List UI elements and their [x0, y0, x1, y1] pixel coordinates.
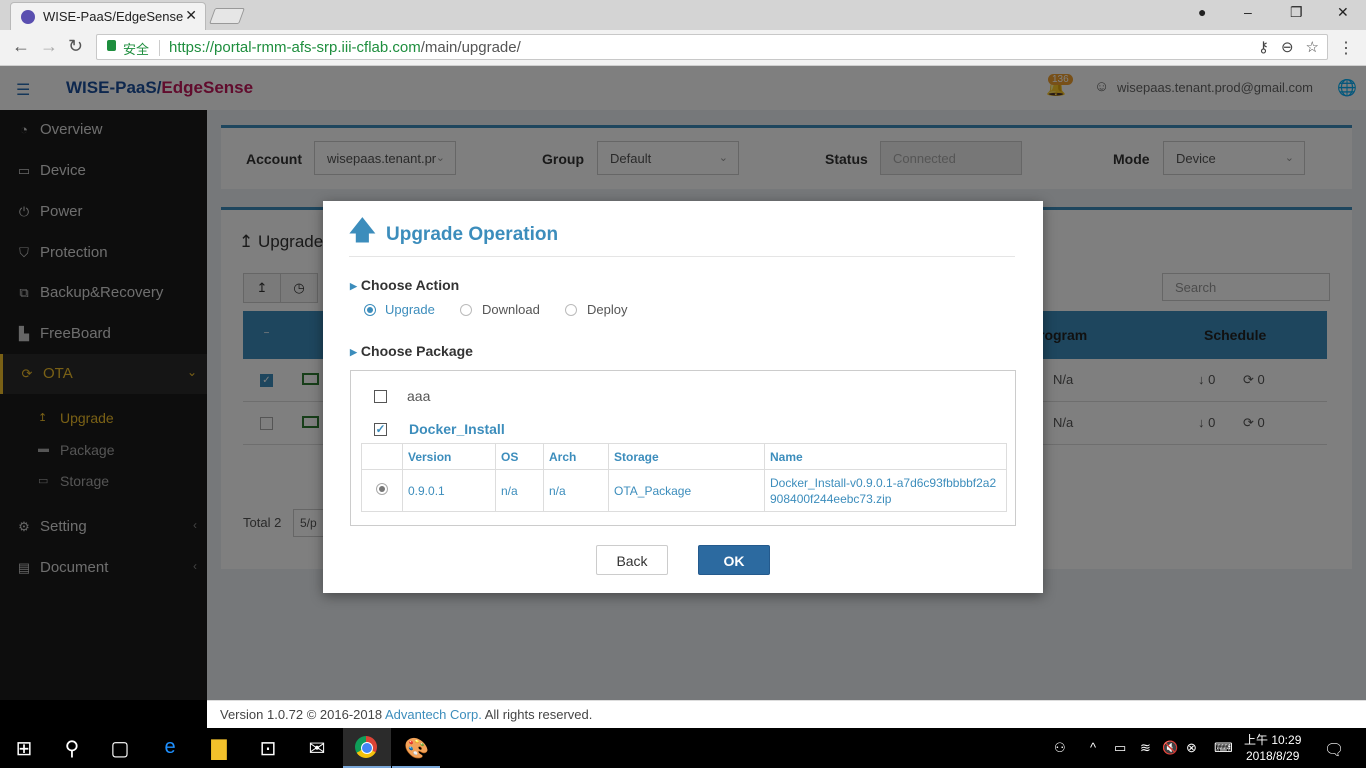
choose-package-heading: ▶ Choose Package — [350, 343, 473, 359]
reload-icon[interactable]: ↻ — [68, 36, 83, 57]
network-error-icon[interactable]: ⊗ — [1186, 740, 1197, 756]
caret-right-icon: ▶ — [350, 347, 357, 357]
arch-cell: n/a — [543, 469, 609, 512]
col-name: Name — [764, 443, 1007, 470]
store-icon[interactable]: ⊡ — [256, 736, 280, 761]
radio-deploy[interactable] — [565, 304, 577, 316]
chrome-taskbar-button[interactable] — [343, 728, 391, 768]
table-row[interactable]: 0.9.0.1 n/a n/a OTA_Package Docker_Insta… — [361, 469, 1007, 512]
address-separator — [159, 40, 160, 56]
back-nav-icon[interactable]: ← — [12, 36, 30, 57]
package-name-docker-install[interactable]: Docker_Install — [409, 421, 505, 437]
input-method-icon[interactable]: ⌨ — [1214, 740, 1233, 756]
paint-icon: 🎨 — [404, 738, 429, 760]
omnibox-actions: ⚷ ⊖ ☆ — [1246, 38, 1319, 56]
profile-icon[interactable]: ● — [1198, 4, 1206, 20]
col-arch: Arch — [543, 443, 609, 470]
ok-button[interactable]: OK — [698, 545, 770, 575]
radio-upgrade[interactable] — [364, 304, 376, 316]
upload-arrow-icon: 🡅 — [349, 215, 376, 245]
radio-download-label[interactable]: Download — [482, 302, 540, 317]
col-select — [361, 443, 403, 470]
col-storage: Storage — [608, 443, 765, 470]
mail-icon[interactable]: ✉ — [305, 736, 329, 761]
storage-cell: OTA_Package — [608, 469, 765, 512]
browser-toolbar: ← → ↻ 安全 https://portal-rmm-afs-srp.iii-… — [0, 30, 1366, 66]
system-clock[interactable]: 上午 10:29 2018/8/29 — [1244, 732, 1301, 764]
footer-prefix: Version 1.0.72 © 2016-2018 — [220, 707, 385, 722]
url-path: /main/upgrade/ — [420, 39, 521, 56]
col-os: OS — [495, 443, 544, 470]
choose-action-text: Choose Action — [360, 277, 460, 293]
table-header-row: Version OS Arch Storage Name — [361, 443, 1007, 470]
file-explorer-icon[interactable]: ▇ — [207, 736, 231, 761]
footer-suffix: All rights reserved. — [481, 707, 593, 722]
footer-text: Version 1.0.72 © 2016-2018 Advantech Cor… — [220, 707, 592, 722]
forward-nav-icon[interactable]: → — [40, 36, 58, 57]
version-radio[interactable] — [376, 483, 388, 495]
key-icon[interactable]: ⚷ — [1258, 39, 1269, 56]
address-bar[interactable]: 安全 https://portal-rmm-afs-srp.iii-cflab.… — [96, 34, 1328, 60]
lock-icon — [107, 40, 116, 51]
search-icon[interactable]: ⚲ — [60, 736, 84, 761]
edge-browser-icon[interactable]: e — [158, 736, 182, 759]
caret-right-icon: ▶ — [350, 281, 357, 291]
secure-label: 安全 — [123, 42, 150, 57]
minimize-button[interactable]: – — [1244, 4, 1252, 20]
windows-taskbar: ⊞ ⚲ ▢ e ▇ ⊡ ✉ 🎨 ⚇ ^ ▭ ≋ 🔇 ⊗ ⌨ 上午 10:29 2… — [0, 728, 1366, 768]
chrome-icon — [355, 736, 377, 758]
site-favicon-icon — [21, 10, 35, 24]
package-list: aaa ✓ Docker_Install Version OS Arch Sto… — [350, 370, 1016, 526]
restore-button[interactable]: ❐ — [1290, 4, 1303, 21]
url-host: https://portal-rmm-afs-srp.iii-cflab.com — [169, 39, 421, 56]
people-icon[interactable]: ⚇ — [1054, 740, 1066, 756]
bookmark-star-icon[interactable]: ☆ — [1306, 39, 1319, 56]
choose-action-heading: ▶ Choose Action — [350, 277, 459, 293]
browser-tab[interactable]: WISE-PaaS/EdgeSense ✕ — [10, 2, 206, 30]
windows-start-icon[interactable]: ⊞ — [12, 736, 36, 761]
company-link[interactable]: Advantech Corp. — [385, 707, 482, 722]
upgrade-operation-modal: 🡅 Upgrade Operation ▶ Choose Action Upgra… — [323, 201, 1043, 593]
package-checkbox-docker-install[interactable]: ✓ — [374, 423, 387, 436]
modal-title: Upgrade Operation — [386, 224, 559, 245]
volume-muted-icon[interactable]: 🔇 — [1162, 740, 1178, 756]
browser-menu-icon[interactable]: ⋮ — [1338, 38, 1354, 58]
clock-date: 2018/8/29 — [1245, 749, 1300, 763]
modal-header: 🡅 Upgrade Operation — [349, 201, 1015, 257]
tray-chevron-icon[interactable]: ^ — [1090, 740, 1096, 755]
version-radio-cell[interactable] — [361, 469, 403, 512]
package-name-aaa[interactable]: aaa — [407, 388, 430, 404]
radio-deploy-label[interactable]: Deploy — [587, 302, 627, 317]
battery-icon[interactable]: ▭ — [1114, 740, 1126, 756]
os-cell: n/a — [495, 469, 544, 512]
task-view-icon[interactable]: ▢ — [108, 736, 132, 761]
version-cell: 0.9.0.1 — [402, 469, 496, 512]
package-checkbox-aaa[interactable] — [374, 390, 387, 403]
radio-upgrade-label[interactable]: Upgrade — [385, 302, 435, 317]
action-center-icon[interactable]: 🗨 — [1324, 740, 1344, 760]
close-window-button[interactable]: ✕ — [1337, 4, 1349, 21]
new-tab-button[interactable] — [209, 8, 245, 24]
wifi-icon[interactable]: ≋ — [1140, 740, 1151, 756]
choose-package-text: Choose Package — [360, 343, 473, 359]
browser-tab-bar: WISE-PaaS/EdgeSense ✕ ● – ❐ ✕ — [0, 0, 1366, 30]
zoom-icon[interactable]: ⊖ — [1281, 39, 1294, 56]
tab-title: WISE-PaaS/EdgeSense — [43, 9, 184, 24]
clock-time: 上午 10:29 — [1244, 733, 1302, 747]
footer: Version 1.0.72 © 2016-2018 Advantech Cor… — [207, 700, 1366, 728]
url-text[interactable]: https://portal-rmm-afs-srp.iii-cflab.com… — [169, 39, 521, 56]
tab-close-icon[interactable]: ✕ — [185, 7, 197, 24]
radio-download[interactable] — [460, 304, 472, 316]
name-cell: Docker_Install-v0.9.0.1-a7d6c93fbbbbf2a2… — [764, 469, 1007, 512]
paint-taskbar-button[interactable]: 🎨 — [392, 728, 440, 768]
package-version-table: Version OS Arch Storage Name 0.9.0.1 n/a… — [361, 443, 1007, 512]
back-button[interactable]: Back — [596, 545, 668, 575]
col-version: Version — [402, 443, 496, 470]
